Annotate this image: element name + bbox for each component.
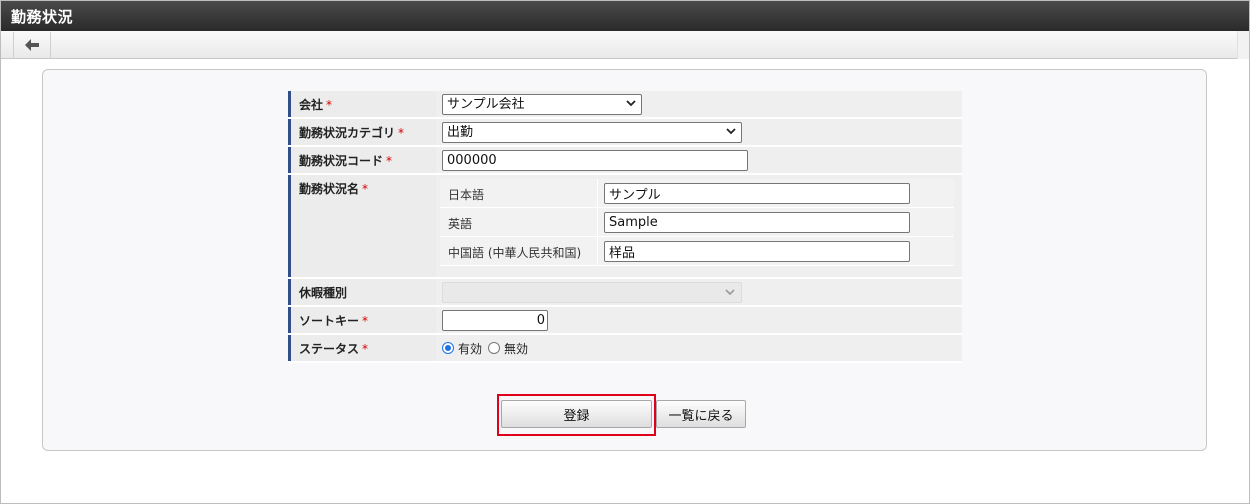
company-label: 会社 * [288,91,436,117]
status-radio-inactive[interactable] [488,342,501,354]
row-name: 勤務状況名* 日本語 英語 中国語 (中華人民共和国) [288,175,962,279]
row-company: 会社 * サンプル会社 [288,91,962,119]
leave-type-label: 休暇種別 [288,279,436,305]
status-active-label: 有効 [458,341,483,356]
category-label: 勤務状況カテゴリ * [288,119,436,145]
code-label: 勤務状況コード * [288,147,436,173]
lang-label-ja: 日本語 [440,179,598,207]
status-label: ステータス * [288,335,436,361]
name-label: 勤務状況名 * [288,175,436,277]
form-table: 会社* サンプル会社 勤務状況カテゴリ* 出勤 勤務状況コード* 勤務状況名* [288,91,962,363]
name-en-input[interactable] [604,212,910,233]
page-title: 勤務状況 [11,8,74,26]
sort-key-input[interactable] [442,310,548,331]
company-select[interactable]: サンプル会社 [442,94,642,115]
row-status: ステータス * 有効 無効 [288,335,962,363]
status-radio-active[interactable] [442,342,454,354]
category-select[interactable]: 出勤 [442,122,742,143]
row-sort-key: ソートキー * [288,307,962,335]
lang-row-zh: 中国語 (中華人民共和国) [440,237,954,266]
toolbar [1,31,1249,59]
chevron-down-icon [725,289,735,296]
toolbar-end [1237,31,1249,59]
lang-label-zh: 中国語 (中華人民共和国) [440,237,598,265]
status-radio-group: 有効 無効 [442,338,962,358]
back-button[interactable] [13,32,51,58]
row-category: 勤務状況カテゴリ * 出勤 [288,119,962,147]
lang-row-ja: 日本語 [440,179,954,208]
title-bar: 勤務状況 [1,1,1249,31]
arrow-left-icon [25,39,39,51]
sort-key-label: ソートキー * [288,307,436,333]
leave-type-select [442,282,742,303]
register-button[interactable]: 登録 [501,400,652,428]
row-leave-type: 休暇種別 [288,279,962,307]
code-input[interactable] [442,150,748,171]
row-code: 勤務状況コード * [288,147,962,175]
name-ja-input[interactable] [604,183,910,204]
name-lang-table: 日本語 英語 中国語 (中華人民共和国) [440,179,954,266]
back-to-list-button[interactable]: 一覧に戻る [656,400,746,428]
lang-label-en: 英語 [440,208,598,236]
name-zh-input[interactable] [604,241,910,262]
lang-row-en: 英語 [440,208,954,237]
status-inactive-label: 無効 [504,341,529,356]
